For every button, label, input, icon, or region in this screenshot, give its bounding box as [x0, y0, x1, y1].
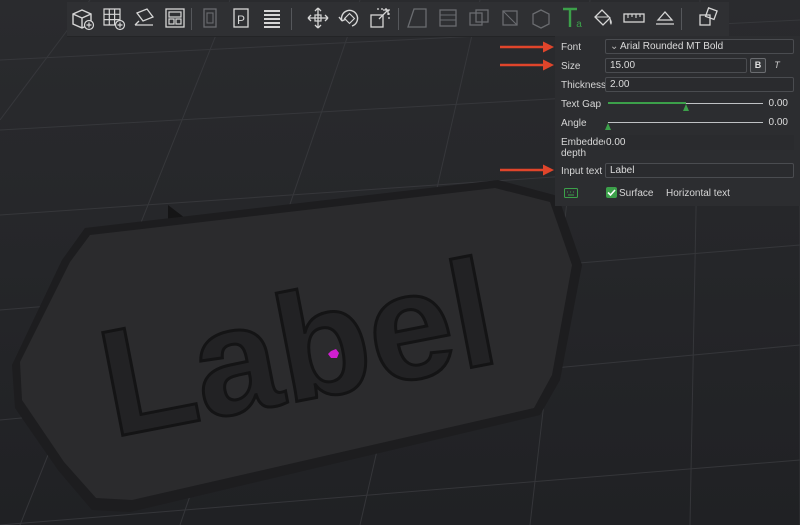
size-label: Size — [561, 61, 581, 72]
add-cube-icon[interactable] — [69, 5, 95, 31]
color-paint-icon[interactable] — [590, 5, 616, 31]
scale-icon[interactable] — [367, 5, 393, 31]
embedded-depth-label: Embedded — [561, 137, 610, 148]
place-on-face-icon[interactable] — [497, 5, 523, 31]
measure-icon[interactable] — [621, 5, 647, 31]
move-icon[interactable] — [305, 5, 331, 31]
text-tool-icon[interactable]: a — [559, 5, 585, 31]
embedded-depth-input[interactable]: 0.00 — [605, 135, 794, 150]
thickness-input[interactable]: 2.00 — [605, 77, 794, 92]
font-select[interactable]: ⌄ Arial Rounded MT Bold — [605, 39, 794, 54]
rotate-icon[interactable] — [336, 5, 362, 31]
angle-slider-handle[interactable] — [605, 123, 611, 130]
annotation-arrow-size — [500, 59, 554, 71]
input-text-field[interactable]: Label — [605, 163, 794, 178]
input-text-label: Input text — [561, 166, 603, 177]
hollow-icon[interactable] — [435, 5, 461, 31]
surface-label: Surface — [619, 188, 654, 199]
angle-slider[interactable] — [608, 122, 763, 123]
cut-icon[interactable] — [404, 5, 430, 31]
toolbar-separator — [398, 8, 399, 30]
auto-orient-icon[interactable] — [131, 5, 157, 31]
angle-label: Angle — [561, 118, 587, 129]
svg-text:a: a — [576, 19, 582, 30]
text-gap-value[interactable]: 0.00 — [758, 98, 788, 109]
text-gap-slider-fill — [608, 102, 686, 104]
toolbar-separator — [681, 8, 682, 30]
variable-layer-icon[interactable] — [259, 5, 285, 31]
horizontal-text-option[interactable]: Horizontal text — [666, 188, 730, 199]
embedded-depth-label-line2: depth — [561, 148, 587, 159]
svg-text:P: P — [237, 13, 245, 27]
bold-button[interactable]: B — [750, 58, 766, 73]
support-paint-icon[interactable] — [528, 5, 554, 31]
keyboard-icon[interactable] — [564, 188, 578, 198]
grid-add-icon[interactable] — [100, 5, 126, 31]
toolbar-separator — [291, 8, 292, 30]
explode-icon[interactable] — [695, 5, 721, 31]
chevron-down-icon: ⌄ — [610, 41, 619, 52]
font-label: Font — [561, 42, 582, 53]
text-tool-panel: Font ⌄ Arial Rounded MT Bold Size 15.00 B… — [555, 36, 800, 206]
thickness-label: Thickness — [561, 80, 607, 91]
assembly-icon[interactable] — [652, 5, 678, 31]
annotation-arrow-font — [500, 41, 554, 53]
arrange-icon[interactable] — [162, 5, 188, 31]
angle-value[interactable]: 0.00 — [758, 117, 788, 128]
font-value: Arial Rounded MT Bold — [620, 41, 724, 52]
main-toolbar: P a — [67, 2, 729, 37]
surface-checkbox[interactable] — [606, 187, 617, 198]
boolean-icon[interactable] — [466, 5, 492, 31]
toolbar-separator — [191, 8, 192, 30]
size-input[interactable]: 15.00 — [605, 58, 747, 73]
italic-button[interactable]: T — [770, 58, 784, 73]
text-gap-label: Text Gap — [561, 99, 602, 110]
annotation-arrow-input-text — [500, 164, 554, 176]
split-objects-icon[interactable] — [197, 5, 223, 31]
text-gap-slider-handle[interactable] — [682, 104, 689, 111]
split-parts-icon[interactable]: P — [228, 5, 254, 31]
checkmark-icon — [607, 189, 616, 197]
